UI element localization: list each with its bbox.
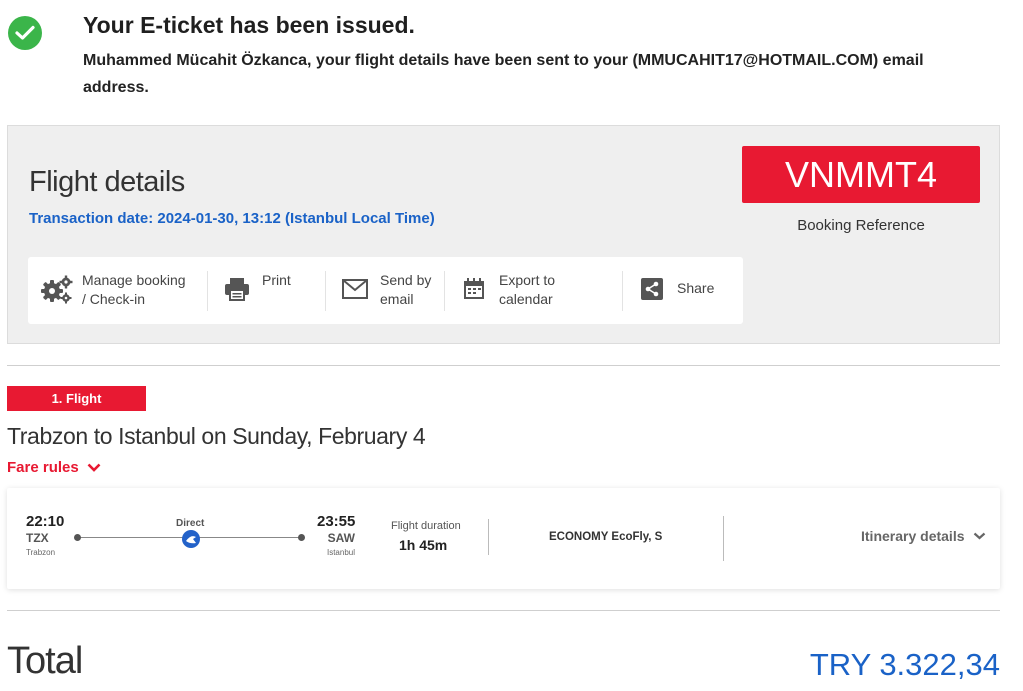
chevron-down-icon [87, 463, 101, 472]
printer-icon [220, 272, 254, 306]
transaction-date: Transaction date: 2024-01-30, 13:12 (Ist… [29, 210, 435, 227]
success-check-icon [8, 16, 42, 50]
column-divider [723, 516, 724, 561]
arrival-airport-code: SAW [327, 531, 355, 545]
envelope-icon [338, 272, 372, 306]
direct-label: Direct [176, 518, 205, 529]
arrival-time: 23:55 [317, 513, 356, 530]
booking-actions-bar: Manage booking / Check-in Print Send by … [28, 257, 743, 324]
send-email-label: Send by email [380, 271, 432, 307]
route-start-dot [74, 534, 81, 541]
airline-logo-icon [182, 530, 200, 548]
share-label: Share [677, 279, 715, 296]
print-button[interactable]: Print [207, 270, 325, 311]
export-calendar-label: Export to calendar [499, 271, 556, 307]
total-label: Total [7, 640, 83, 682]
route-title: Trabzon to Istanbul on Sunday, February … [7, 423, 426, 449]
departure-city: Trabzon [26, 548, 56, 557]
section-divider [7, 610, 1000, 611]
cabin-class: ECONOMY EcoFly, S [549, 531, 663, 543]
booking-reference-label: Booking Reference [797, 217, 925, 234]
booking-reference-code: VNMMT4 [742, 146, 980, 203]
departure-time: 22:10 [26, 513, 65, 530]
itinerary-details-toggle[interactable]: Itinerary details [861, 528, 986, 544]
confirmation-title: Your E-ticket has been issued. [83, 12, 415, 38]
flight-duration-label: Flight duration [391, 520, 461, 532]
flight-details-panel: Flight details Transaction date: 2024-01… [7, 125, 1000, 344]
flight-segment-card: 22:10 TZX Trabzon Direct 23:55 SAW Istan… [7, 488, 1000, 589]
total-amount: TRY 3.322,34 [809, 647, 1000, 682]
column-divider [488, 519, 489, 555]
manage-booking-label: Manage booking / Check-in [82, 271, 186, 307]
fare-rules-toggle[interactable]: Fare rules [7, 459, 101, 476]
print-label: Print [262, 271, 291, 288]
gears-icon [40, 272, 74, 306]
calendar-icon [457, 272, 491, 306]
flight-details-title: Flight details [29, 166, 185, 198]
fare-rules-label: Fare rules [7, 459, 79, 476]
manage-booking-button[interactable]: Manage booking / Check-in [28, 271, 207, 311]
export-calendar-button[interactable]: Export to calendar [444, 270, 622, 311]
departure-airport-code: TZX [26, 531, 49, 545]
itinerary-details-label: Itinerary details [861, 528, 965, 544]
route-end-dot [298, 534, 305, 541]
flight-number-tag: 1. Flight [7, 386, 146, 411]
share-icon [635, 272, 669, 306]
confirmation-message: Muhammed Mücahit Özkanca, your flight de… [83, 52, 924, 96]
flight-duration-value: 1h 45m [399, 537, 448, 553]
share-button[interactable]: Share [622, 270, 741, 311]
section-divider [7, 365, 1000, 366]
arrival-city: Istanbul [326, 548, 355, 557]
chevron-down-icon [973, 532, 985, 540]
send-email-button[interactable]: Send by email [325, 270, 444, 311]
